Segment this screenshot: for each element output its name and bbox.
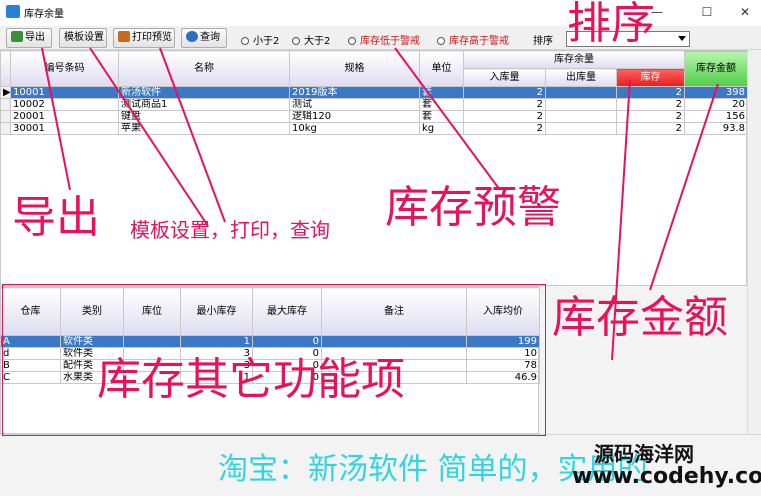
cell-stock[interactable]: 2	[616, 98, 685, 111]
watermark-site-name: 源码海洋网	[594, 442, 694, 466]
cell-name[interactable]: 新汤软件	[118, 86, 290, 99]
cell-name[interactable]: 测试商品1	[118, 98, 290, 111]
cell-unit[interactable]: 套	[419, 86, 464, 99]
cell-unit[interactable]: 套	[419, 98, 464, 111]
cell-code[interactable]: 30001	[10, 122, 119, 135]
row-indicator	[0, 122, 11, 135]
row-indicator	[0, 110, 11, 123]
radio-dot-icon	[348, 37, 356, 45]
window-title: 库存余量	[24, 9, 64, 20]
cell-spec[interactable]: 测试	[289, 98, 420, 111]
annotation-other-functions: 库存其它功能项	[97, 354, 405, 405]
cell-spec[interactable]: 逻辑120	[289, 110, 420, 123]
cell-in[interactable]: 2	[463, 98, 546, 111]
annotation-export: 导出	[12, 192, 100, 243]
annotation-stock-amount: 库存金额	[552, 292, 728, 343]
export-button-label: 导出	[25, 32, 45, 43]
sort-label: 排序	[533, 36, 553, 47]
table-row[interactable]: 20001 键盘 逻辑120 套 2 2 156	[0, 110, 748, 123]
col-in[interactable]: 入库量	[463, 68, 546, 87]
chevron-down-icon	[678, 36, 686, 41]
cell-in[interactable]: 2	[463, 110, 546, 123]
row-indicator	[0, 98, 11, 111]
cell-out[interactable]	[545, 86, 617, 99]
cell-stock[interactable]: 2	[616, 122, 685, 135]
radio-dot-icon	[437, 37, 445, 45]
print-preview-button[interactable]: 打印预览	[113, 28, 175, 48]
annotation-template-print-query: 模板设置，打印，查询	[130, 218, 330, 242]
radio-greater-label: 大于2	[304, 36, 331, 47]
export-button[interactable]: 导出	[6, 28, 52, 48]
export-icon	[11, 31, 23, 42]
row-indicator-icon: ▶	[0, 86, 11, 99]
col-unit[interactable]: 单位	[419, 50, 464, 87]
cell-amount[interactable]: 398	[684, 86, 748, 99]
radio-below-label: 库存低于警戒	[360, 36, 420, 47]
cell-out[interactable]	[545, 110, 617, 123]
table-row[interactable]: 10002 测试商品1 测试 套 2 2 20	[0, 98, 748, 111]
radio-below-warning[interactable]: 库存低于警戒	[348, 32, 420, 47]
template-settings-button[interactable]: 模板设置	[59, 28, 107, 48]
cell-stock[interactable]: 2	[616, 86, 685, 99]
cell-code[interactable]: 20001	[10, 110, 119, 123]
cell-out[interactable]	[545, 122, 617, 135]
radio-less-than-2[interactable]: 小于2	[241, 32, 279, 47]
maximize-button[interactable]: ☐	[694, 2, 720, 22]
close-button[interactable]: ✕	[732, 2, 758, 22]
table-row[interactable]: ▶ 10001 新汤软件 2019版本 套 2 2 398	[0, 86, 748, 99]
cell-name[interactable]: 键盘	[118, 110, 290, 123]
col-code[interactable]: 编号条码	[10, 50, 119, 87]
annotation-stock-warning: 库存预警	[385, 182, 561, 233]
app-icon	[6, 5, 20, 18]
cell-spec[interactable]: 2019版本	[289, 86, 420, 99]
col-stock[interactable]: 库存	[616, 68, 685, 87]
col-amount[interactable]: 库存金额	[684, 50, 748, 87]
radio-dot-icon	[241, 37, 249, 45]
cell-unit[interactable]: kg	[419, 122, 464, 135]
cell-out[interactable]	[545, 98, 617, 111]
radio-above-label: 库存高于警戒	[449, 36, 509, 47]
radio-dot-icon	[292, 37, 300, 45]
cell-amount[interactable]: 156	[684, 110, 748, 123]
printer-icon	[118, 31, 130, 42]
annotation-sort: 排序	[567, 0, 655, 49]
cell-name[interactable]: 苹果	[118, 122, 290, 135]
col-name[interactable]: 名称	[118, 50, 290, 87]
col-group-remain: 库存余量	[463, 50, 685, 69]
cell-stock[interactable]: 2	[616, 110, 685, 123]
cell-code[interactable]: 10002	[10, 98, 119, 111]
col-spec[interactable]: 规格	[289, 50, 420, 87]
cell-in[interactable]: 2	[463, 122, 546, 135]
cell-unit[interactable]: 套	[419, 110, 464, 123]
radio-greater-than-2[interactable]: 大于2	[292, 32, 330, 47]
radio-less-label: 小于2	[253, 36, 280, 47]
vertical-scrollbar[interactable]	[747, 50, 761, 434]
watermark-url: www.codehy.com	[572, 464, 761, 489]
radio-above-warning[interactable]: 库存高于警戒	[437, 32, 509, 47]
cell-amount[interactable]: 20	[684, 98, 748, 111]
cell-code[interactable]: 10001	[10, 86, 119, 99]
cell-in[interactable]: 2	[463, 86, 546, 99]
cell-spec[interactable]: 10kg	[289, 122, 420, 135]
cell-amount[interactable]: 93.8	[684, 122, 748, 135]
table-row[interactable]: 30001 苹果 10kg kg 2 2 93.8	[0, 122, 748, 135]
row-indicator-header	[0, 50, 11, 87]
stock-grid: 编号条码 名称 规格 单位 库存余量 库存金额 入库量 出库量 库存 ▶ 100…	[0, 50, 748, 135]
search-icon	[186, 31, 198, 42]
query-label: 查询	[200, 32, 220, 43]
template-settings-label: 模板设置	[64, 32, 104, 43]
col-out[interactable]: 出库量	[545, 68, 617, 87]
print-preview-label: 打印预览	[132, 32, 172, 43]
query-button[interactable]: 查询	[181, 28, 227, 48]
